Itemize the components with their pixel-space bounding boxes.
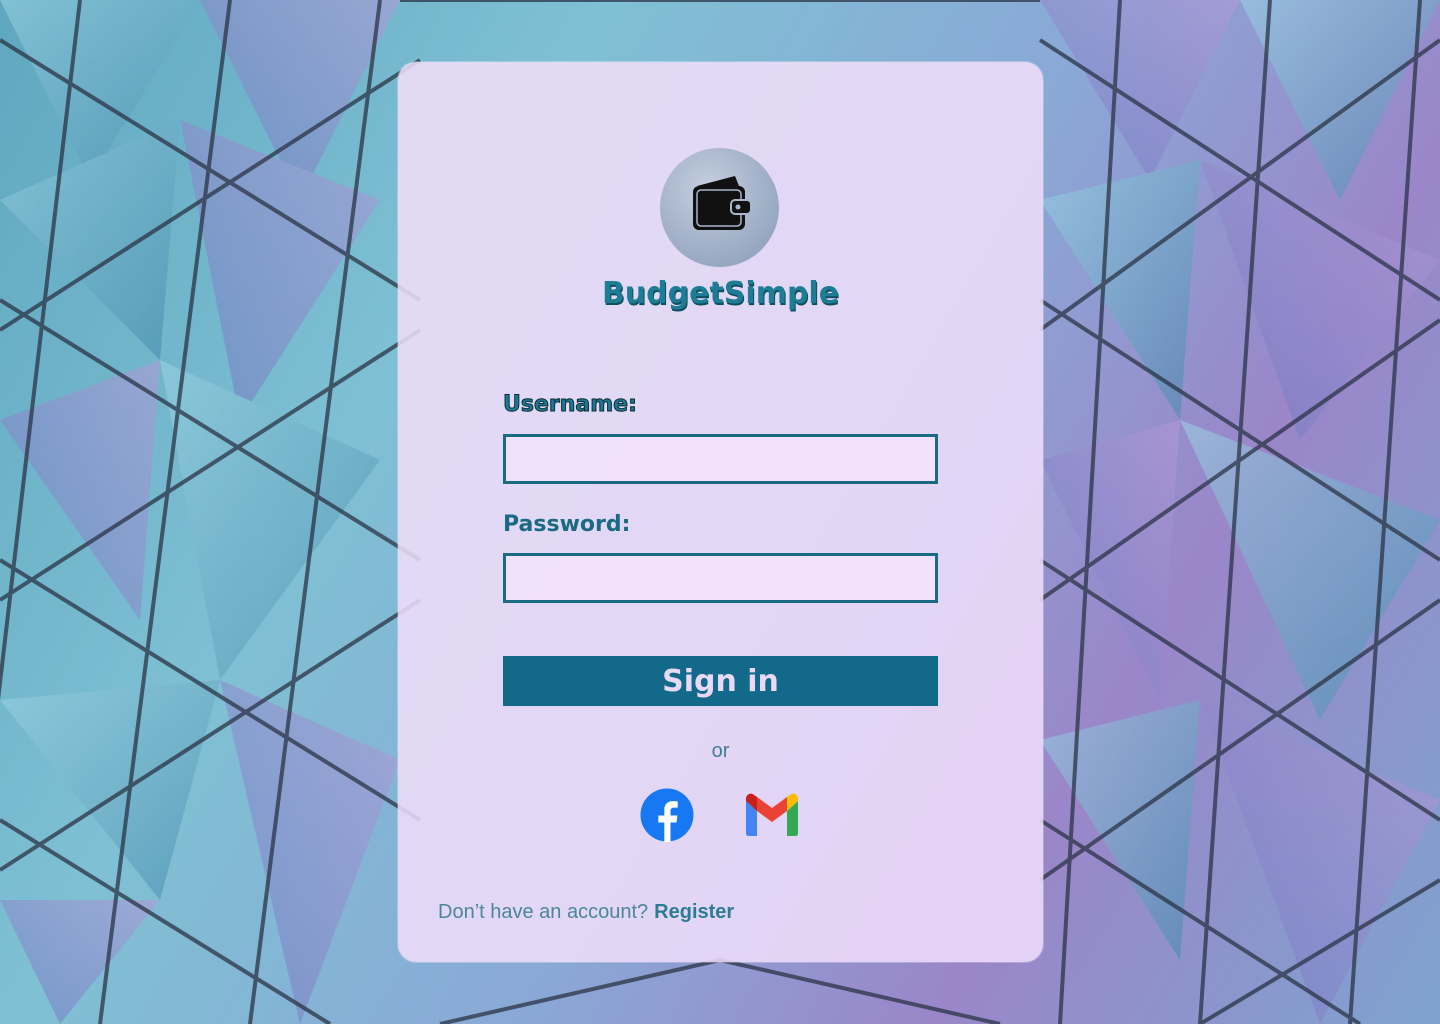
or-divider: or — [711, 740, 730, 762]
gmail-login-button[interactable] — [744, 789, 800, 845]
register-link[interactable]: Register — [654, 901, 734, 923]
signin-button[interactable]: Sign in — [503, 656, 938, 706]
facebook-login-button[interactable] — [639, 788, 695, 847]
brand-name: BudgetSimple — [601, 276, 840, 311]
facebook-icon — [640, 788, 694, 847]
register-prompt-text: Don’t have an account? — [438, 901, 649, 923]
username-label: Username: — [503, 392, 638, 418]
register-prompt: Don’t have an account? Register — [438, 901, 734, 924]
signin-button-label: Sign in — [662, 663, 779, 699]
logo — [660, 148, 779, 267]
wallet-icon — [683, 168, 757, 247]
password-label: Password: — [503, 512, 631, 537]
username-input[interactable] — [503, 434, 938, 484]
password-input[interactable] — [503, 553, 938, 603]
login-card: BudgetSimple Username: Password: Sign in… — [398, 62, 1043, 962]
gmail-icon — [744, 793, 800, 842]
